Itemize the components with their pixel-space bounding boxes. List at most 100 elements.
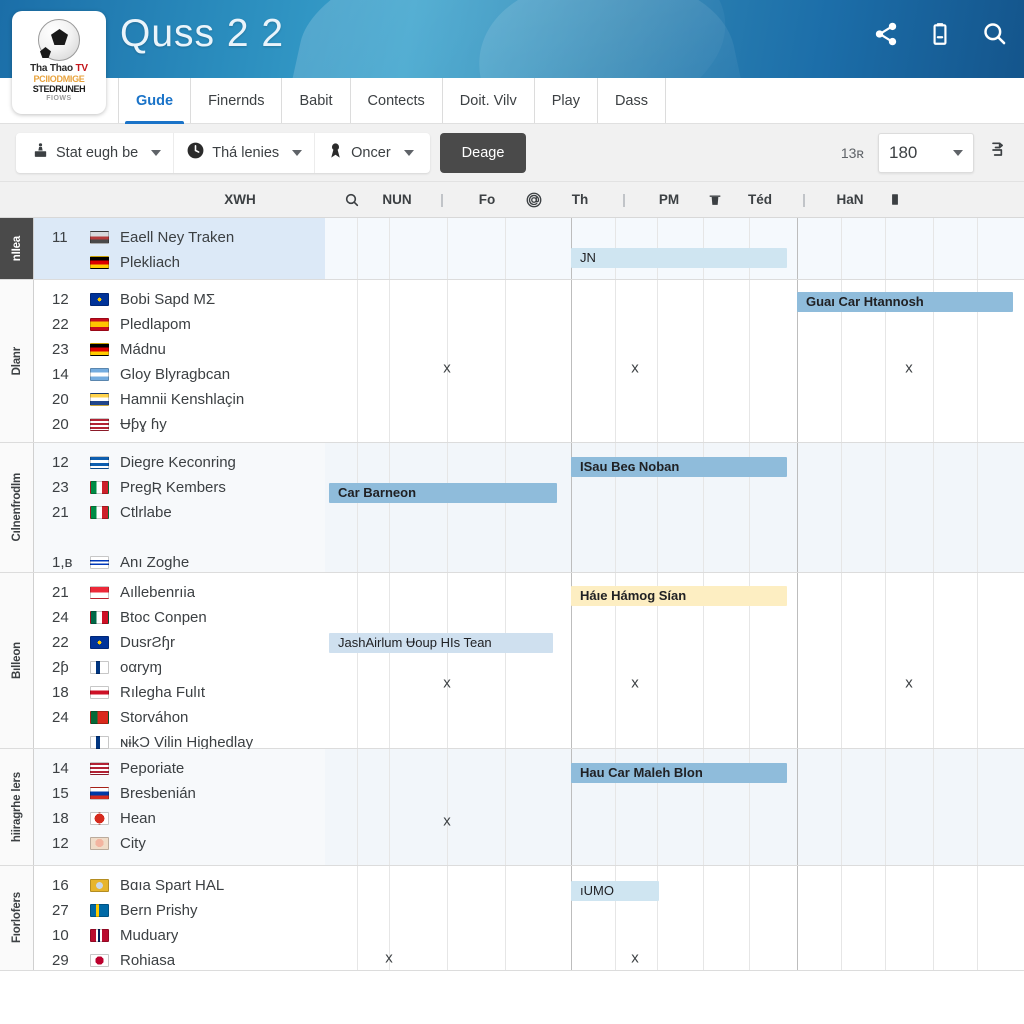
column-header-label: PM	[658, 192, 680, 207]
grid-line	[749, 866, 750, 970]
cell-x-marker[interactable]: x	[631, 950, 639, 967]
table-row[interactable]: 18 Rılegha Fulıt	[34, 680, 325, 705]
cell-x-marker[interactable]: x	[443, 360, 451, 377]
table-row[interactable]: 10 Muduary	[34, 923, 325, 948]
table-row[interactable]: 12 Bobi Sapd MƩ	[34, 287, 325, 312]
cell-x-marker[interactable]: x	[905, 675, 913, 692]
tab-contects[interactable]: Contects	[351, 78, 443, 123]
soccer-ball-icon	[38, 19, 80, 61]
cell-x-marker[interactable]: x	[905, 360, 913, 377]
band-label[interactable]: Dlanr	[0, 280, 34, 442]
tab-play[interactable]: Play	[535, 78, 598, 123]
at-sign-icon[interactable]	[510, 182, 558, 217]
tab-babit[interactable]: Babit	[282, 78, 351, 123]
table-row[interactable]: 14 Peporiate	[34, 756, 325, 781]
column-header-fo[interactable]: Fo	[464, 182, 510, 217]
table-row[interactable]: 16 Bɑıa Spart HAL	[34, 873, 325, 898]
table-row[interactable]: 14 Gloy Blyragbcan	[34, 362, 325, 387]
table-row[interactable]: 21 Aıllebenrıia	[34, 580, 325, 605]
column-header-pm[interactable]: PM	[646, 182, 692, 217]
cell-x-marker[interactable]: x	[385, 950, 393, 967]
band-timeline[interactable]: ıUMO x x	[325, 866, 1024, 970]
band-label[interactable]: Bılleon	[0, 573, 34, 748]
flag-icon[interactable]	[874, 182, 916, 217]
schedule-event-chip[interactable]: ISau Beɢ Noban	[571, 457, 787, 477]
table-row[interactable]: 18 Hean	[34, 806, 325, 831]
table-row[interactable]: 20 Hamnii Kenshlaçin	[34, 387, 325, 412]
schedule-band[interactable]: hiiragrhe lers 14 Peporiate 15 Bresbenián 18 H…	[0, 749, 1024, 866]
deage-button[interactable]: Deage	[439, 132, 527, 173]
cell-x-marker[interactable]: x	[443, 675, 451, 692]
cell-x-marker[interactable]: x	[631, 675, 639, 692]
band-timeline[interactable]: JN	[325, 218, 1024, 279]
column-header-xwh[interactable]: XWH	[150, 182, 330, 217]
band-timeline[interactable]: Hau Car Maleh Blon x	[325, 749, 1024, 865]
table-row[interactable]: 22 Pledlapom	[34, 312, 325, 337]
filter-oncer[interactable]: Oncer	[314, 132, 426, 173]
column-header-th[interactable]: Th	[558, 182, 602, 217]
tab-doit-vilv[interactable]: Doit. Vilv	[443, 78, 535, 123]
cell-x-marker[interactable]: x	[631, 360, 639, 377]
schedule-event-chip[interactable]: Car Barneon	[329, 483, 557, 503]
schedule-event-chip[interactable]: Háıe Hámog Sían	[571, 586, 787, 606]
table-row[interactable]: 22 DusrƧɧr	[34, 630, 325, 655]
schedule-event-chip[interactable]: JashAirlum Ʉoup HIs Tean	[329, 633, 553, 653]
clipboard-icon[interactable]	[927, 21, 953, 47]
row-number: 27	[52, 902, 69, 919]
table-row[interactable]: 12 City	[34, 831, 325, 856]
band-participant-list: 11 Eaell Ney Traken Plekliach	[34, 218, 325, 279]
table-row[interactable]: 21 Ctlrlabe	[34, 500, 325, 525]
schedule-band[interactable]: Cılnenfrodlm 12 Diegre Keconring 23 PregƦ Ke…	[0, 443, 1024, 573]
row-label: Plekliach	[120, 254, 181, 271]
column-header-han[interactable]: HaN	[826, 182, 874, 217]
trash-icon[interactable]	[692, 182, 738, 217]
table-row[interactable]: 11 Eaell Ney Traken	[34, 225, 325, 250]
schedule-band[interactable]: Dlanr 12 Bobi Sapd MƩ 22 Pledlapom 23 Mádnu 14 G…	[0, 280, 1024, 443]
band-label[interactable]: nIIea	[0, 218, 34, 279]
table-row[interactable]: 23 PregƦ Kembers	[34, 475, 325, 500]
export-icon[interactable]	[988, 140, 1008, 165]
band-timeline[interactable]: JashAirlum Ʉoup HIs Tean Háıe Hámog Sían x…	[325, 573, 1024, 748]
band-label[interactable]: hiiragrhe lers	[0, 749, 34, 865]
cell-x-marker[interactable]: x	[443, 813, 451, 830]
filter-stat[interactable]: Stat eugh be	[20, 133, 173, 173]
table-row[interactable]: 24 Btoc Conpen	[34, 605, 325, 630]
band-timeline[interactable]: Car Barneon ISau Beɢ Noban	[325, 443, 1024, 572]
table-row[interactable]: 24 Storváhon	[34, 705, 325, 730]
share-icon[interactable]	[873, 21, 899, 47]
schedule-band[interactable]: Fıorlofers 16 Bɑıa Spart HAL 27 Bern Prishy 1…	[0, 866, 1024, 971]
band-timeline[interactable]: Guaı Car Htannosh x x x	[325, 280, 1024, 442]
table-row[interactable]: 12 Diegre Keconring	[34, 450, 325, 475]
grid-line	[885, 573, 886, 748]
app-logo[interactable]: Tha Thao TV PCIIODMIGE STEDRUNEH FIOWS	[12, 11, 106, 114]
table-row[interactable]: 20 Ʉƥɣ ɦy	[34, 412, 325, 437]
row-label: Aıllebenrıia	[120, 584, 196, 601]
table-row[interactable]: 29 Rohiasa	[34, 948, 325, 973]
schedule-band[interactable]: nIIea 11 Eaell Ney Traken Plekliach JN	[0, 218, 1024, 280]
table-row[interactable]: 2ƥ oαryɱ	[34, 655, 325, 680]
schedule-band[interactable]: Bılleon 21 Aıllebenrıia 24 Btoc Conpen 22 Dusr…	[0, 573, 1024, 751]
column-header-nun[interactable]: NUN	[374, 182, 420, 217]
table-row[interactable]: 1,ʙ Anı Zoghe	[34, 550, 325, 575]
tab-finernds[interactable]: Finernds	[191, 78, 283, 123]
search-icon[interactable]	[981, 20, 1008, 47]
schedule-event-chip[interactable]: JN	[571, 248, 787, 268]
table-row[interactable]: 27 Bern Prishy	[34, 898, 325, 923]
tab-gude[interactable]: Gude	[118, 78, 192, 124]
search-icon[interactable]	[330, 182, 374, 217]
band-label[interactable]: Cılnenfrodlm	[0, 443, 34, 572]
table-row[interactable]: 15 Bresbenián	[34, 781, 325, 806]
tab-dass[interactable]: Dass	[598, 78, 666, 123]
table-row[interactable]	[34, 525, 325, 550]
band-participant-list: 16 Bɑıa Spart HAL 27 Bern Prishy 10 Muduary 29…	[34, 866, 325, 970]
filter-thalenies[interactable]: Thá lenies	[173, 132, 314, 173]
schedule-event-chip[interactable]: ıUMO	[571, 881, 659, 901]
logo-line-4: FIOWS	[46, 95, 72, 102]
schedule-event-chip[interactable]: Guaı Car Htannosh	[797, 292, 1013, 312]
table-row[interactable]: 23 Mádnu	[34, 337, 325, 362]
column-header-téd[interactable]: Téd	[738, 182, 782, 217]
zoom-select[interactable]: 180	[878, 132, 974, 173]
band-label[interactable]: Fıorlofers	[0, 866, 34, 970]
schedule-event-chip[interactable]: Hau Car Maleh Blon	[571, 763, 787, 783]
table-row[interactable]: Plekliach	[34, 250, 325, 275]
